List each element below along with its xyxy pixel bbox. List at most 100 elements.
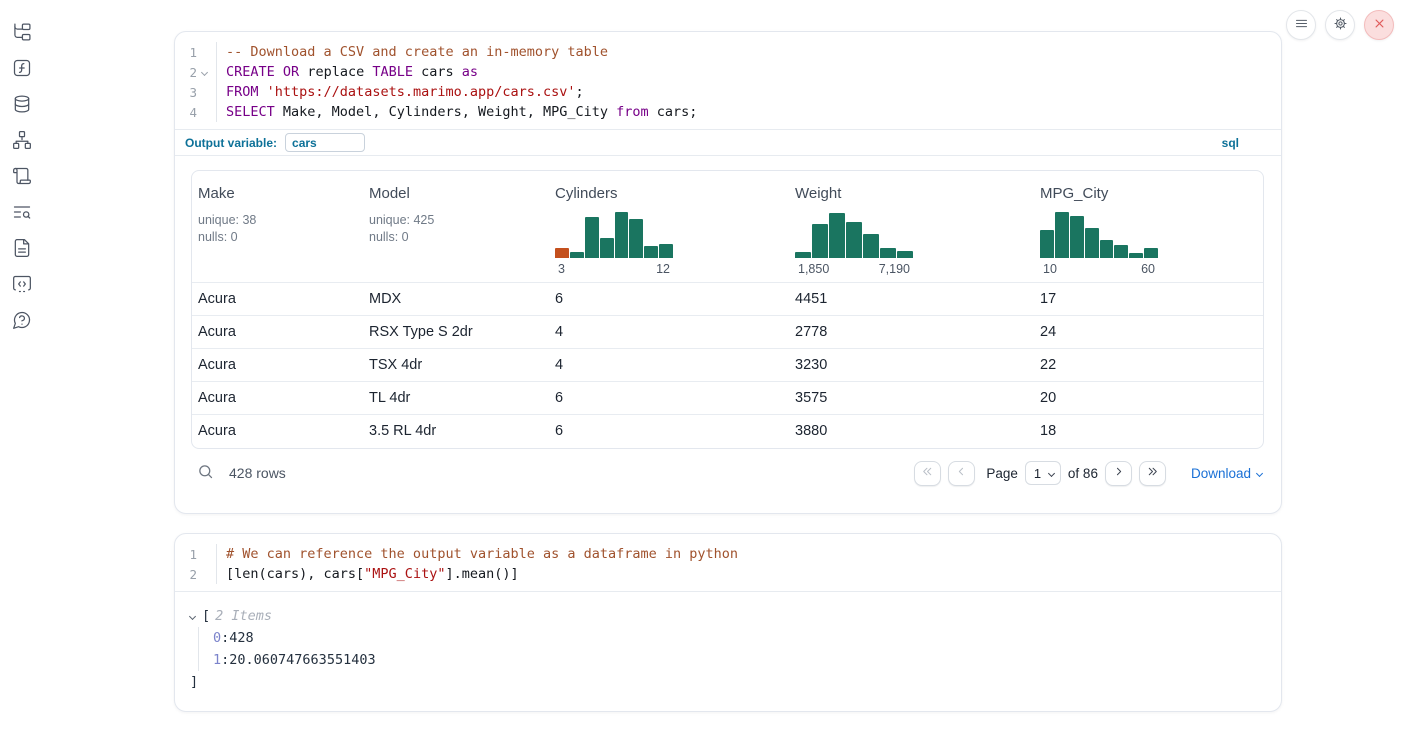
column-null-count: nulls: 0 — [198, 229, 355, 246]
sidebar-item-logs[interactable] — [12, 202, 32, 222]
last-page-button[interactable] — [1139, 461, 1166, 486]
search-icon[interactable] — [197, 463, 214, 483]
page-total-label: of 86 — [1068, 466, 1098, 481]
table-row[interactable]: AcuraMDX6445117 — [192, 283, 1264, 316]
function-square-icon — [12, 66, 32, 81]
download-button[interactable]: Download — [1191, 466, 1262, 481]
sidebar-item-scratchpad[interactable] — [12, 166, 32, 186]
row-count: 428 rows — [197, 463, 286, 483]
sidebar-item-data-sources[interactable] — [12, 94, 32, 114]
shutdown-button[interactable] — [1364, 10, 1394, 40]
column-header-weight[interactable]: Weight 1,8507,190 — [789, 171, 1034, 283]
table-cell: 18 — [1034, 415, 1264, 448]
sql-cell: 1 -- Download a CSV and create an in-memo… — [174, 31, 1282, 514]
sql-code-editor[interactable]: 1-- Download a CSV and create an in-memo… — [175, 32, 1281, 129]
line-number: 2 — [181, 65, 197, 80]
close-bracket: ] — [190, 671, 1265, 693]
scroll-icon — [12, 174, 32, 189]
table-row[interactable]: AcuraRSX Type S 2dr4277824 — [192, 316, 1264, 349]
histogram-bar — [1144, 248, 1158, 258]
column-header-mpg-city[interactable]: MPG_City 1060 — [1034, 171, 1264, 283]
table-cell: 17 — [1034, 283, 1264, 316]
python-cell: 1# We can reference the output variable … — [174, 533, 1282, 712]
sidebar-item-dependency-graph[interactable] — [12, 130, 32, 150]
histogram-bar — [1129, 253, 1143, 258]
output-variable-input[interactable] — [285, 133, 365, 152]
code-snippet-icon — [12, 282, 32, 297]
table-cell: 4 — [549, 316, 789, 349]
table-cell: RSX Type S 2dr — [363, 316, 549, 349]
table-cell: 24 — [1034, 316, 1264, 349]
settings-button[interactable] — [1325, 10, 1355, 40]
histogram-bar — [615, 212, 629, 258]
sidebar-item-help[interactable] — [12, 310, 32, 330]
column-header-cylinders[interactable]: Cylinders 312 — [549, 171, 789, 283]
prev-page-button[interactable] — [948, 461, 975, 486]
table-cell: MDX — [363, 283, 549, 316]
table-cell: TL 4dr — [363, 382, 549, 415]
histogram-bars — [555, 208, 673, 258]
data-table: Make unique: 38 nulls: 0 Model unique: 4… — [191, 170, 1264, 449]
python-cell-output: [ 2 Items 0: 4281: 20.060747663551403 ] — [175, 591, 1281, 707]
tree-root-row[interactable]: [ 2 Items — [190, 605, 1265, 627]
table-cell: 2778 — [789, 316, 1034, 349]
table-cell: Acura — [192, 283, 363, 316]
text-search-icon — [12, 210, 32, 225]
table-cell: 4 — [549, 349, 789, 382]
file-tree-icon — [12, 30, 32, 45]
gear-icon — [1333, 16, 1348, 34]
next-page-button[interactable] — [1105, 461, 1132, 486]
help-circle-icon — [12, 318, 32, 333]
sidebar-item-functions[interactable] — [12, 58, 32, 78]
code-text: FROM 'https://datasets.marimo.app/cars.c… — [216, 82, 584, 102]
sidebar-item-documentation[interactable] — [12, 238, 32, 258]
output-variable-row: Output variable: sql — [175, 129, 1281, 155]
histogram-bar — [1040, 230, 1054, 258]
code-text: [len(cars), cars["MPG_City"].mean()] — [216, 564, 519, 584]
table-cell: TSX 4dr — [363, 349, 549, 382]
table-cell: 6 — [549, 382, 789, 415]
code-text: -- Download a CSV and create an in-memor… — [216, 42, 608, 62]
histogram-bar — [1055, 212, 1069, 258]
sidebar-item-snippets[interactable] — [12, 274, 32, 294]
table-row[interactable]: Acura3.5 RL 4dr6388018 — [192, 415, 1264, 448]
sql-cell-output: Make unique: 38 nulls: 0 Model unique: 4… — [175, 155, 1281, 498]
table-body: AcuraMDX6445117AcuraRSX Type S 2dr427782… — [192, 283, 1264, 448]
histogram-bar — [629, 219, 643, 258]
menu-button[interactable] — [1286, 10, 1316, 40]
code-line[interactable]: 1# We can reference the output variable … — [181, 544, 1281, 564]
column-header-make[interactable]: Make unique: 38 nulls: 0 — [192, 171, 363, 283]
histogram-bars — [1040, 208, 1158, 258]
table-cell: 6 — [549, 415, 789, 448]
code-line[interactable]: 2[len(cars), cars["MPG_City"].mean()] — [181, 564, 1281, 584]
column-header-model[interactable]: Model unique: 425 nulls: 0 — [363, 171, 549, 283]
table-row[interactable]: AcuraTSX 4dr4323022 — [192, 349, 1264, 382]
code-text: # We can reference the output variable a… — [216, 544, 738, 564]
code-line[interactable]: 1-- Download a CSV and create an in-memo… — [181, 42, 1281, 62]
close-icon — [1372, 16, 1387, 34]
chevron-down-icon — [189, 612, 196, 619]
fold-chevron-icon[interactable] — [197, 70, 212, 75]
python-code-editor[interactable]: 1# We can reference the output variable … — [175, 534, 1281, 591]
network-icon — [12, 138, 32, 153]
histogram-bar — [644, 246, 658, 258]
histogram-bar — [585, 217, 599, 258]
code-line[interactable]: 2 CREATE OR replace TABLE cars as — [181, 62, 1281, 82]
weight-histogram: 1,8507,190 — [795, 208, 913, 276]
table-row[interactable]: AcuraTL 4dr6357520 — [192, 382, 1264, 415]
table-cell: 4451 — [789, 283, 1034, 316]
code-text: CREATE OR replace TABLE cars as — [216, 62, 478, 82]
sidebar-item-file-explorer[interactable] — [12, 22, 32, 42]
column-unique-count: unique: 38 — [198, 212, 355, 229]
tree-children: 0: 4281: 20.060747663551403 — [198, 627, 1265, 671]
code-line[interactable]: 3FROM 'https://datasets.marimo.app/cars.… — [181, 82, 1281, 102]
table-cell: 3230 — [789, 349, 1034, 382]
table-cell: 3575 — [789, 382, 1034, 415]
code-line[interactable]: 4SELECT Make, Model, Cylinders, Weight, … — [181, 102, 1281, 122]
table-cell: Acura — [192, 415, 363, 448]
page-select[interactable]: 1 — [1025, 461, 1061, 485]
first-page-button[interactable] — [914, 461, 941, 486]
code-text: SELECT Make, Model, Cylinders, Weight, M… — [216, 102, 697, 122]
chevron-down-icon — [1256, 469, 1263, 476]
table-cell: 20 — [1034, 382, 1264, 415]
